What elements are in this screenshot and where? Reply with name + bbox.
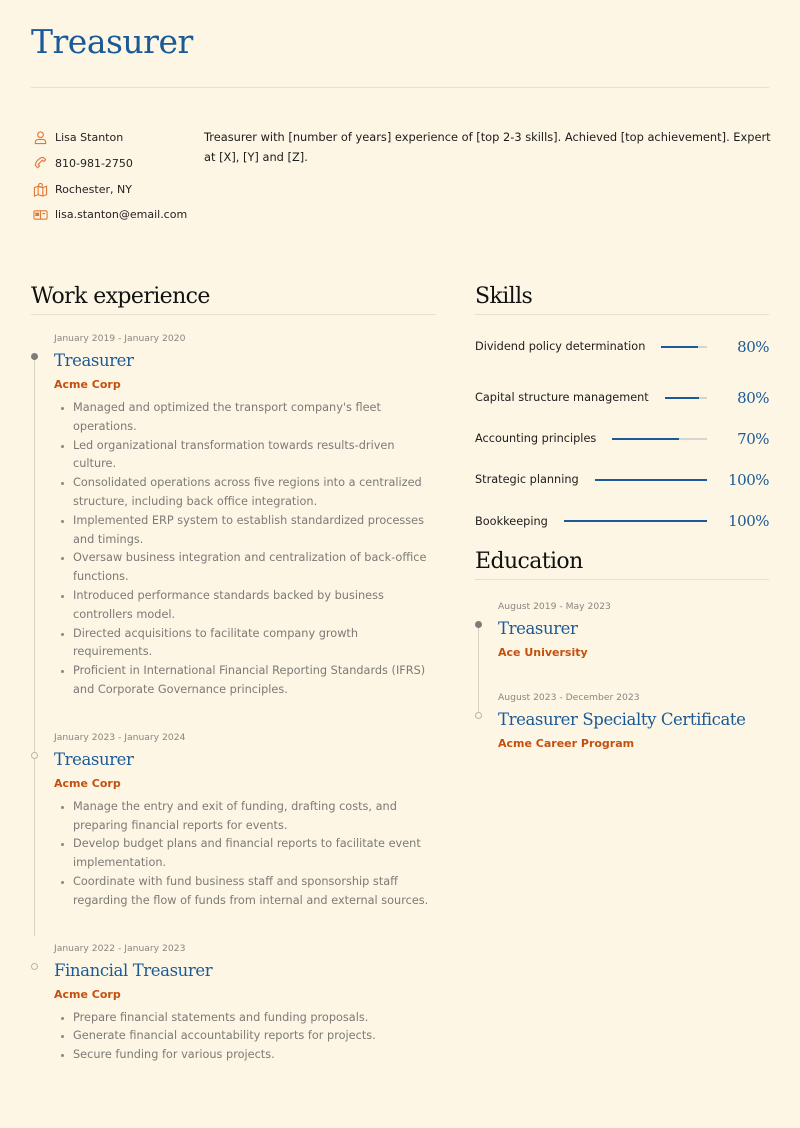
skill-bar-fill: [563, 520, 707, 523]
work-experience-section: Work experience January 2019 - January 2…: [31, 284, 436, 1065]
timeline-dot-current: [31, 353, 38, 360]
education-entry: August 2023 - December 2023 Treasurer Sp…: [475, 691, 769, 751]
skill-name: Dividend policy determination: [475, 340, 646, 353]
skills-heading: Skills: [475, 284, 533, 309]
bullet-item: Led organizational transformation toward…: [54, 437, 436, 475]
timeline-dot: [31, 962, 38, 970]
entry-bullets: Prepare financial statements and funding…: [54, 1009, 436, 1065]
entry-date: August 2023 - December 2023: [498, 692, 640, 703]
contact-location: Rochester, NY: [33, 176, 187, 202]
skill-row: Accounting principles 70%: [475, 418, 770, 459]
skill-name: Strategic planning: [475, 473, 579, 487]
bullet-item: Prepare financial statements and funding…: [54, 1009, 436, 1028]
education-heading: Education: [475, 549, 583, 574]
section-divider: [475, 314, 769, 315]
contact-email: lisa.stanton@email.com: [33, 202, 187, 228]
bullet-item: Generate financial accountability report…: [54, 1027, 436, 1046]
skill-bar-track: [594, 478, 707, 481]
bullet-item: Directed acquisitions to facilitate comp…: [54, 625, 436, 663]
section-divider: [475, 579, 769, 580]
skills-section: Skills Dividend policy determination 80%…: [475, 284, 770, 542]
education-section: Education August 2019 - May 2023 Treasur…: [475, 549, 769, 751]
entry-bullets: Managed and optimized the transport comp…: [54, 399, 436, 700]
mailbox-icon: [33, 210, 48, 221]
skill-bar-fill: [664, 396, 699, 399]
timeline-dot: [475, 712, 482, 719]
bullet-item: Implemented ERP system to establish stan…: [54, 512, 436, 550]
bullet-item: Consolidated operations across five regi…: [54, 474, 436, 512]
work-entry: January 2022 - January 2023 Financial Tr…: [31, 942, 436, 1065]
entry-organization: Acme Career Program: [498, 737, 635, 750]
skill-bar-fill: [661, 345, 698, 348]
skill-name: Accounting principles: [475, 432, 597, 446]
entry-date: January 2022 - January 2023: [54, 942, 186, 954]
skill-bar-track: [661, 345, 707, 348]
work-entry: January 2023 - January 2024 Treasurer Ac…: [31, 731, 436, 911]
timeline-dot-current: [475, 621, 482, 628]
profile-summary: Treasurer with [number of years] experie…: [204, 130, 771, 164]
bullet-item: Coordinate with fund business staff and …: [54, 873, 436, 911]
skill-row: Strategic planning 100%: [475, 459, 770, 500]
bullet-item: Secure funding for various projects.: [54, 1046, 436, 1065]
skill-name: Capital structure management: [475, 391, 649, 405]
skill-percent: 100%: [728, 470, 769, 489]
education-timeline: August 2019 - May 2023 Treasurer Ace Uni…: [475, 600, 769, 751]
entry-title: Financial Treasurer: [54, 960, 213, 980]
skill-percent: 80%: [737, 337, 769, 356]
education-entry: August 2019 - May 2023 Treasurer Ace Uni…: [475, 600, 769, 660]
entry-organization: Ace University: [498, 646, 588, 659]
skill-bar-fill: [612, 437, 679, 440]
skill-percent: 80%: [737, 388, 769, 407]
skill-bar-track: [664, 396, 707, 399]
skill-row: Capital structure management 80%: [475, 377, 770, 418]
skill-list: Dividend policy determination 80% Capita…: [475, 336, 770, 542]
phone-icon: [34, 156, 47, 169]
user-icon: [34, 131, 47, 145]
skill-bar-track: [563, 520, 707, 523]
skill-name: Bookkeeping: [475, 514, 548, 528]
bullet-item: Develop budget plans and financial repor…: [54, 835, 436, 873]
bullet-item: Oversaw business integration and central…: [54, 549, 436, 587]
entry-organization: Acme Corp: [54, 987, 121, 1001]
contact-phone-text[interactable]: 810-981-2750: [55, 157, 133, 170]
entry-title: Treasurer: [54, 351, 134, 370]
entry-organization: Acme Corp: [54, 378, 121, 391]
skill-row: Dividend policy determination 80%: [475, 336, 770, 357]
skill-percent: 100%: [728, 512, 769, 531]
entry-title: Treasurer: [498, 619, 578, 638]
title-divider: [31, 87, 769, 88]
entry-bullets: Manage the entry and exit of funding, dr…: [54, 798, 436, 911]
skill-bar-track: [612, 437, 707, 440]
entry-organization: Acme Corp: [54, 776, 121, 790]
bullet-item: Managed and optimized the transport comp…: [54, 399, 436, 437]
entry-date: January 2023 - January 2024: [54, 731, 186, 743]
contact-name-text: Lisa Stanton: [55, 131, 124, 145]
bullet-item: Manage the entry and exit of funding, dr…: [54, 798, 436, 836]
entry-date: August 2019 - May 2023: [498, 601, 611, 612]
work-entry: January 2019 - January 2020 Treasurer Ac…: [31, 332, 436, 700]
entry-title: Treasurer Specialty Certificate: [498, 710, 746, 729]
skill-bar-fill: [594, 478, 707, 481]
bullet-item: Proficient in International Financial Re…: [54, 662, 436, 700]
section-divider: [31, 314, 436, 315]
skill-percent: 70%: [737, 429, 769, 448]
work-experience-heading: Work experience: [31, 284, 210, 309]
work-timeline: January 2019 - January 2020 Treasurer Ac…: [31, 332, 436, 1065]
bullet-item: Introduced performance standards backed …: [54, 587, 436, 625]
timeline-dot: [31, 751, 38, 759]
contact-phone: 810-981-2750: [33, 151, 187, 177]
entry-date: January 2019 - January 2020: [54, 333, 186, 344]
contact-email-text[interactable]: lisa.stanton@email.com: [55, 208, 187, 221]
contact-list: Lisa Stanton 810-981-2750 Rochester, NY …: [33, 125, 187, 228]
contact-name: Lisa Stanton: [33, 125, 187, 151]
contact-location-text: Rochester, NY: [55, 182, 132, 196]
skill-row: Bookkeeping 100%: [475, 501, 770, 542]
map-icon: [33, 182, 48, 197]
page-title: Treasurer: [31, 22, 193, 61]
entry-title: Treasurer: [54, 749, 134, 769]
